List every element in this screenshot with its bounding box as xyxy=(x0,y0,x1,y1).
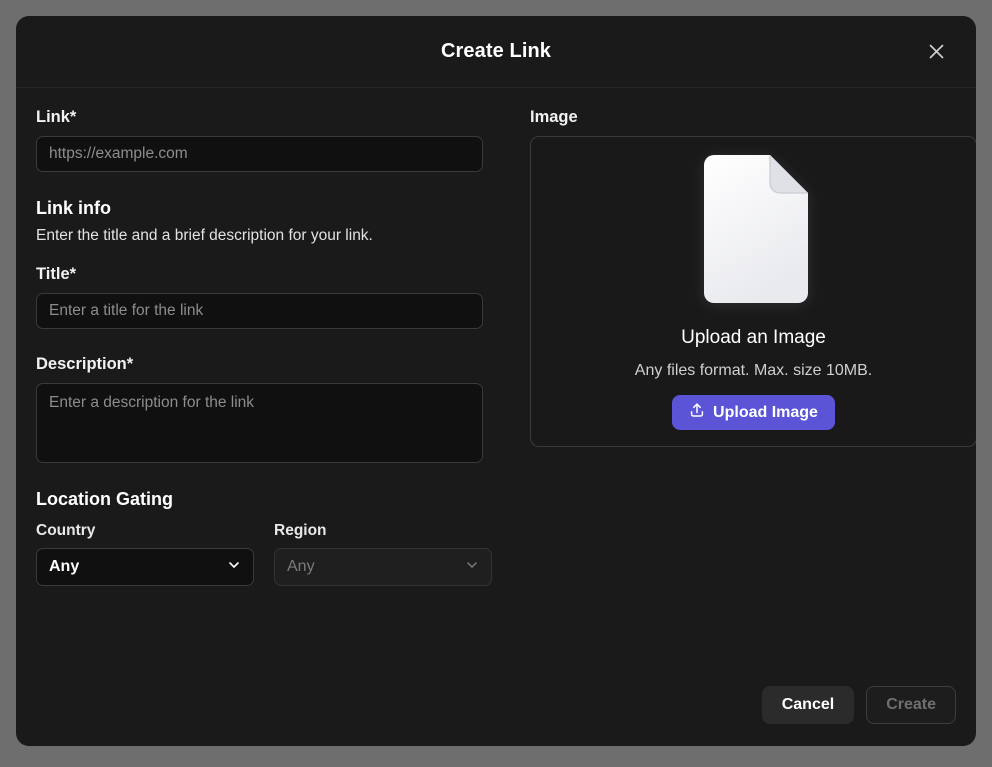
link-field-label: Link* xyxy=(36,108,77,126)
create-link-dialog: Create Link Link* Link info Enter the ti… xyxy=(16,16,976,746)
link-info-heading: Link info xyxy=(36,198,111,218)
upload-image-button-label: Upload Image xyxy=(713,403,818,421)
country-select-value: Any xyxy=(49,558,80,575)
file-document-icon xyxy=(698,153,810,305)
cancel-button[interactable]: Cancel xyxy=(761,686,855,724)
title-field-label: Title* xyxy=(36,265,77,283)
country-label: Country xyxy=(36,522,96,539)
link-info-description: Enter the title and a brief description … xyxy=(36,227,373,244)
dropzone-hint: Any files format. Max. size 10MB. xyxy=(634,362,873,379)
dialog-footer: Cancel Create xyxy=(16,672,976,746)
image-column: Image Upload an Image Any files format. … xyxy=(530,108,976,672)
dropzone-title: Upload an Image xyxy=(681,327,826,348)
location-gating-row: Country Any Region Any xyxy=(36,522,504,586)
upload-image-button[interactable]: Upload Image xyxy=(672,395,835,430)
dialog-header: Create Link xyxy=(16,16,976,88)
title-input[interactable] xyxy=(36,293,483,329)
image-label: Image xyxy=(530,108,578,126)
region-field: Region Any xyxy=(274,522,492,586)
dialog-body: Link* Link info Enter the title and a br… xyxy=(16,88,976,672)
image-dropzone[interactable]: Upload an Image Any files format. Max. s… xyxy=(530,136,976,447)
form-column: Link* Link info Enter the title and a br… xyxy=(36,108,504,672)
region-select: Any xyxy=(274,548,492,586)
description-field-label: Description* xyxy=(36,355,134,373)
upload-icon xyxy=(689,402,705,423)
location-gating-heading: Location Gating xyxy=(36,489,173,509)
create-button[interactable]: Create xyxy=(866,686,956,724)
region-select-wrap: Any xyxy=(274,548,492,586)
region-select-value: Any xyxy=(287,558,315,575)
country-select-wrap: Any xyxy=(36,548,254,586)
region-label: Region xyxy=(274,522,327,539)
dialog-title: Create Link xyxy=(440,40,552,62)
close-button[interactable] xyxy=(922,38,950,66)
country-field: Country Any xyxy=(36,522,254,586)
country-select[interactable]: Any xyxy=(36,548,254,586)
description-textarea[interactable] xyxy=(36,383,483,463)
link-input[interactable] xyxy=(36,136,483,172)
close-icon xyxy=(927,42,946,61)
